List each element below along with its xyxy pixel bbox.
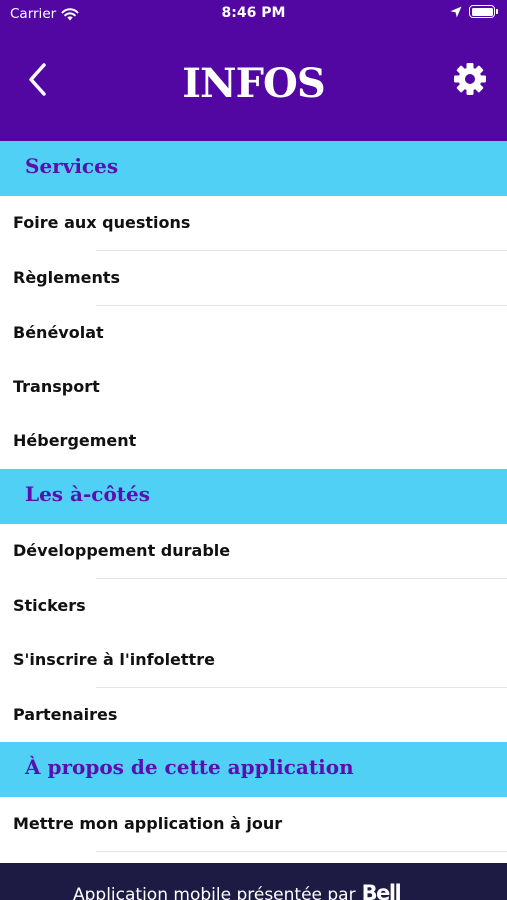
nav-bar: INFOS [0,40,507,132]
status-time: 8:46 PM [221,5,286,21]
battery-icon [469,5,498,18]
list-item-label: Mettre mon application à jour [13,814,283,833]
list-item-label: Développement durable [13,541,231,560]
row-divider [96,851,507,852]
list-item-hebergement[interactable]: Hébergement [0,414,507,469]
section-title: À propos de cette application [25,755,354,779]
list-item-reglements[interactable]: Règlements [0,251,507,306]
list-item-label: Règlements [13,268,121,287]
list-item-transport[interactable]: Transport [0,360,507,415]
list-item-label: Stickers [13,596,86,615]
list-item-stickers[interactable]: Stickers [0,579,507,634]
list-item-partenaires[interactable]: Partenaires [0,688,507,743]
section-header-a-propos: À propos de cette application [0,742,507,797]
list-item-benevolat[interactable]: Bénévolat [0,306,507,361]
status-bar: Carrier 8:46 PM [0,0,507,28]
list-item-mettre-a-jour[interactable]: Mettre mon application à jour [0,797,507,852]
list-item-label: Transport [13,377,100,396]
settings-button[interactable] [453,62,487,96]
list-item-label: Hébergement [13,431,137,450]
section-header-les-a-cotes: Les à-côtés [0,469,507,524]
gear-icon [454,63,486,95]
list-item-label: Partenaires [13,705,118,724]
list-item-label: S'inscrire à l'infolettre [13,650,215,669]
list-item-developpement-durable[interactable]: Développement durable [0,524,507,579]
sponsor-text-group: Application mobile présentée par Bell [73,881,402,900]
list-item-foire-aux-questions[interactable]: Foire aux questions [0,196,507,251]
section-title: Services [25,154,119,178]
header-bar: Carrier 8:46 PM INFOS [0,0,507,141]
section-title: Les à-côtés [25,482,151,506]
section-header-services: Services [0,141,507,196]
sponsor-brand-logo: Bell [361,881,402,900]
sponsor-banner[interactable]: Application mobile présentée par Bell [0,863,507,900]
location-arrow-icon [450,6,462,17]
list-item-label: Bénévolat [13,323,104,342]
list-item-infolettre[interactable]: S'inscrire à l'infolettre [0,633,507,688]
status-right-group [450,5,498,18]
page-title: INFOS [182,60,325,107]
list-item-label: Foire aux questions [13,213,191,232]
sponsor-text: Application mobile présentée par [73,885,356,900]
